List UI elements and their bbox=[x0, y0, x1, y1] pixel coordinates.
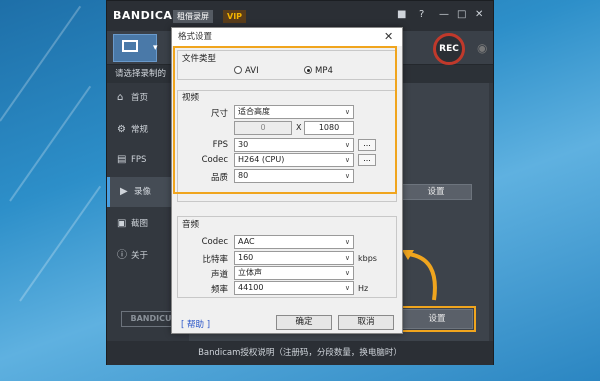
folder-icon[interactable]: ■ bbox=[397, 9, 406, 20]
close-icon[interactable]: ✕ bbox=[475, 9, 483, 20]
highlight-box bbox=[398, 306, 476, 332]
curved-arrow-icon bbox=[402, 250, 437, 301]
sidebar-item-label: 常规 bbox=[131, 125, 149, 135]
chevron-down-icon: ∨ bbox=[344, 284, 350, 292]
bitrate-value: 160 bbox=[238, 253, 254, 262]
rental-record-tag[interactable]: 租借录屏 bbox=[173, 10, 213, 23]
home-icon: ⌂ bbox=[117, 92, 124, 103]
sidebar-item-label: FPS bbox=[131, 155, 147, 165]
gear-icon: ⚙ bbox=[117, 124, 126, 135]
sidebar-item-label: 录像 bbox=[134, 187, 152, 197]
video-icon: ▶ bbox=[120, 186, 128, 197]
frequency-label: 频率 bbox=[210, 285, 228, 295]
channel-select[interactable]: 立体声 ∨ bbox=[234, 266, 354, 280]
chevron-down-icon[interactable]: ▾ bbox=[153, 43, 158, 53]
info-icon: ⓘ bbox=[117, 250, 127, 261]
rectangle-icon bbox=[122, 40, 138, 52]
dialog-highlight-box bbox=[173, 46, 397, 194]
sidebar-item-label: 关于 bbox=[131, 251, 149, 261]
desktop-streak bbox=[19, 185, 102, 302]
close-icon[interactable]: ✕ bbox=[384, 30, 393, 43]
frequency-value: 44100 bbox=[238, 283, 264, 292]
maximize-icon[interactable]: □ bbox=[457, 9, 466, 20]
help-icon[interactable]: ? bbox=[419, 9, 424, 20]
bitrate-unit: kbps bbox=[358, 254, 377, 263]
cancel-button[interactable]: 取消 bbox=[338, 315, 394, 330]
sidebar-item-label: 截图 bbox=[131, 219, 149, 229]
audio-codec-label: Codec bbox=[201, 237, 228, 247]
chevron-down-icon: ∨ bbox=[344, 238, 350, 246]
settings-button[interactable]: 设置 bbox=[400, 184, 472, 200]
screen-mode-button[interactable] bbox=[113, 34, 157, 62]
minimize-icon[interactable]: — bbox=[439, 9, 449, 20]
frequency-select[interactable]: 44100 ∨ bbox=[234, 281, 354, 295]
channel-label: 声道 bbox=[210, 270, 228, 280]
help-link[interactable]: [ 帮助 ] bbox=[181, 318, 210, 330]
desktop-streak bbox=[0, 5, 82, 122]
license-notice[interactable]: Bandicam授权说明（注册码，分段数量，换电脑时） bbox=[107, 341, 493, 365]
rec-button[interactable]: REC bbox=[433, 33, 465, 65]
frequency-unit: Hz bbox=[358, 284, 369, 293]
audio-heading: 音频 bbox=[182, 220, 200, 230]
channel-value: 立体声 bbox=[238, 268, 262, 277]
audio-codec-select[interactable]: AAC ∨ bbox=[234, 235, 354, 249]
image-icon: ▣ bbox=[117, 218, 127, 229]
bitrate-label: 比特率 bbox=[202, 255, 228, 265]
ok-button[interactable]: 确定 bbox=[276, 315, 332, 330]
desktop-streak bbox=[9, 85, 92, 202]
camera-icon[interactable]: ◉ bbox=[477, 41, 487, 55]
fps-icon: ▤ bbox=[117, 154, 127, 165]
audio-codec-value: AAC bbox=[238, 237, 255, 246]
dialog-title: 格式设置 bbox=[172, 28, 402, 46]
vip-tag[interactable]: VIP bbox=[223, 10, 247, 23]
chevron-down-icon: ∨ bbox=[344, 254, 350, 262]
bitrate-select[interactable]: 160 ∨ bbox=[234, 251, 354, 265]
sidebar-item-label: 首页 bbox=[131, 93, 149, 103]
chevron-down-icon: ∨ bbox=[344, 269, 350, 277]
